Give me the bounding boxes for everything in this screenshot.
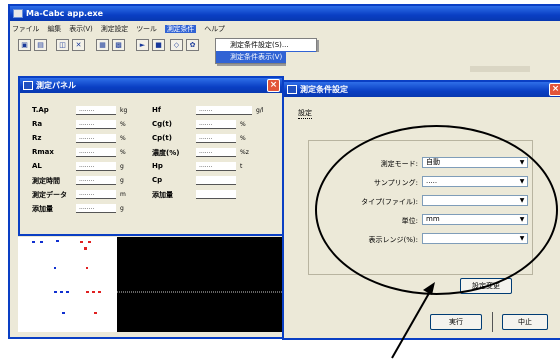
menu-conditions[interactable]: 測定条件	[164, 25, 197, 33]
field-unit-data: m	[120, 191, 126, 198]
dialog-close-icon[interactable]: ×	[549, 83, 560, 96]
red-marker-4	[94, 312, 97, 314]
field-label-al: AL	[32, 162, 42, 170]
field-label-add: 添加量	[152, 191, 173, 199]
field-label-rz: Rz	[32, 134, 42, 142]
field-value-amount: ........	[76, 204, 116, 213]
field-unit-hf: g/l	[256, 107, 264, 114]
red-marker-2	[86, 267, 88, 269]
setting-icon[interactable]: ◇	[170, 39, 183, 51]
menu-item-condition-settings[interactable]: 測定条件設定(S)...	[216, 39, 316, 51]
field-value-cpt: .......	[196, 134, 236, 143]
menu-tools[interactable]: ツール	[136, 25, 157, 33]
field-value-al: ........	[76, 162, 116, 171]
chart-icon[interactable]: ▩	[112, 39, 125, 51]
menu-view[interactable]: 表示(V)	[69, 25, 92, 33]
field-value-cp	[196, 176, 236, 185]
menubar: ファイル 編集 表示(V) 測定設定 ツール 測定条件 ヘルプ	[12, 23, 312, 35]
main-window-right-edge	[286, 52, 560, 76]
field-label-ra: Ra	[32, 120, 43, 128]
cancel-button[interactable]: 中止	[502, 314, 548, 330]
field-unit-ra: %	[120, 121, 126, 128]
start-icon[interactable]: ►	[136, 39, 149, 51]
field-unit-conc: %z	[240, 149, 249, 156]
red-marker-row-3	[86, 291, 101, 293]
trend-markers	[32, 240, 101, 314]
field-label-conc: 濃度(%)	[152, 149, 180, 157]
field-unit-rz: %	[120, 135, 126, 142]
field-unit-cgt: %	[240, 121, 246, 128]
field-label-cgt: Cg(t)	[152, 120, 172, 128]
panel-close-icon[interactable]: ×	[267, 79, 280, 92]
save-icon[interactable]: ▤	[34, 39, 47, 51]
dialog-titlebar[interactable]: 測定条件設定	[284, 82, 560, 97]
field-unit-al: g	[120, 163, 124, 170]
blue-marker-4	[62, 312, 65, 314]
field-value-rmax: ........	[76, 148, 116, 157]
field-unit-time: g	[120, 177, 124, 184]
trend-display	[18, 237, 283, 332]
field-unit-rmax: %	[120, 149, 126, 156]
red-marker-row-1	[80, 241, 91, 250]
main-window-title: Ma-Cabc app.exe	[26, 9, 104, 18]
open-icon[interactable]: ▣	[18, 39, 31, 51]
menu-settings[interactable]: 測定設定	[101, 25, 128, 33]
trend-plot-svg	[117, 291, 283, 293]
trend-plot	[117, 237, 283, 332]
field-value-add	[196, 190, 236, 199]
copy-icon[interactable]: ✕	[72, 39, 85, 51]
annotation-oval	[315, 125, 558, 295]
field-value-tap: ........	[76, 106, 116, 115]
trend-legend-area	[18, 237, 117, 332]
menu-edit[interactable]: 編集	[47, 25, 61, 33]
panel-icon	[23, 81, 33, 90]
tab-settings[interactable]: 設定	[298, 108, 312, 119]
blue-marker-row-3	[54, 291, 69, 293]
field-label-hp: Hp	[152, 162, 163, 170]
paste-icon[interactable]: ▦	[96, 39, 109, 51]
field-value-hf: .......	[196, 106, 252, 115]
field-value-conc: .......	[196, 148, 236, 157]
blue-marker-row-1	[32, 240, 59, 243]
field-unit-cpt: %	[240, 135, 246, 142]
menu-file[interactable]: ファイル	[12, 25, 39, 33]
toolbar-right-strip	[470, 66, 530, 72]
field-label-hf: Hf	[152, 106, 161, 114]
stop-icon[interactable]: ■	[152, 39, 165, 51]
field-unit-hp: t	[240, 163, 243, 170]
field-value-time: ........	[76, 176, 116, 185]
dialog-title: 測定条件設定	[300, 85, 348, 94]
field-value-cgt: .......	[196, 120, 236, 129]
measure-panel: 測定パネル × T.Ap ........ kg Hf ....... g/l …	[18, 76, 284, 236]
field-label-amount: 添加量	[32, 205, 53, 213]
field-value-hp: .......	[196, 162, 236, 171]
field-label-cpt: Cp(t)	[152, 134, 172, 142]
field-label-cp: Cp	[152, 176, 163, 184]
main-titlebar[interactable]: Ma-Cabc app.exe	[10, 6, 560, 21]
field-unit-tap: kg	[120, 107, 128, 114]
button-divider	[492, 312, 493, 332]
annotation-arrow	[391, 282, 435, 359]
app-icon	[13, 9, 23, 18]
field-label-data: 測定データ	[32, 191, 67, 199]
field-label-tap: T.Ap	[32, 106, 49, 114]
dialog-icon	[287, 85, 297, 94]
field-value-rz: ........	[76, 134, 116, 143]
measure-panel-titlebar[interactable]: 測定パネル	[20, 78, 282, 93]
print-icon[interactable]: ◫	[56, 39, 69, 51]
field-value-ra: ........	[76, 120, 116, 129]
measure-panel-title: 測定パネル	[36, 81, 76, 90]
menu-help[interactable]: ヘルプ	[204, 25, 225, 33]
blue-marker-2	[54, 267, 56, 269]
field-label-rmax: Rmax	[32, 148, 54, 156]
field-unit-amount: g	[120, 205, 124, 212]
field-value-data: ........	[76, 190, 116, 199]
field-label-time: 測定時間	[32, 177, 60, 185]
gear-icon[interactable]: ✿	[186, 39, 199, 51]
